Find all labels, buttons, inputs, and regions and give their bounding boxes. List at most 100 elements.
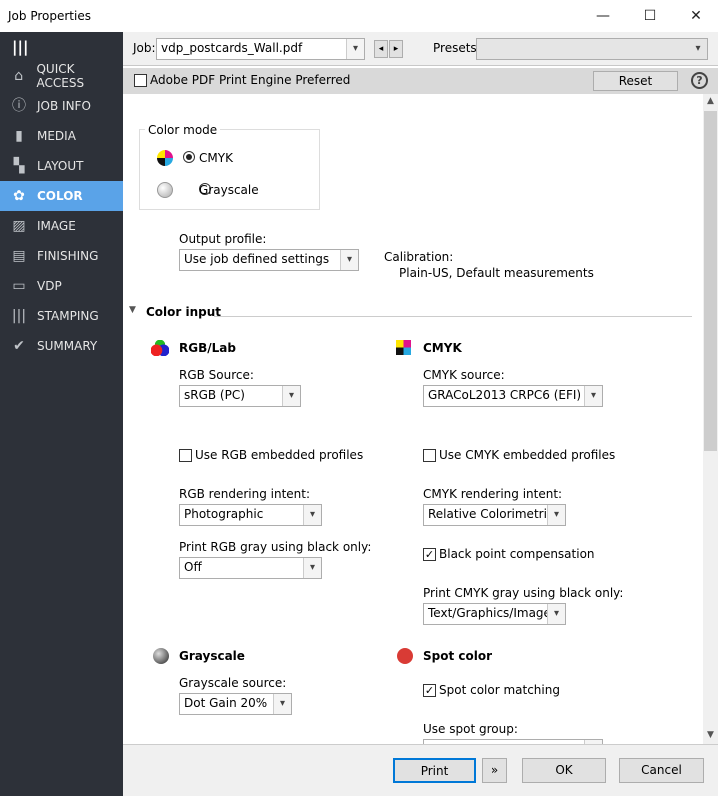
options-bar: Adobe PDF Print Engine Preferred Reset ? bbox=[123, 68, 718, 94]
grayscale-source-select[interactable]: Dot Gain 20% ▾ bbox=[179, 693, 292, 715]
footer-bar: Print » OK Cancel bbox=[123, 744, 718, 796]
color-input-header: Color input bbox=[146, 305, 222, 319]
apdf-label: Adobe PDF Print Engine Preferred bbox=[150, 73, 351, 87]
scroll-down-icon[interactable]: ▼ bbox=[703, 730, 718, 740]
chevron-down-icon: ▾ bbox=[584, 386, 602, 406]
print-options-button[interactable]: » bbox=[482, 758, 507, 783]
cmyk-radio[interactable] bbox=[183, 151, 195, 163]
spot-matching-checkbox[interactable]: ✓ bbox=[423, 684, 436, 697]
chevron-down-icon: ▾ bbox=[689, 39, 707, 59]
grayscale-title: Grayscale bbox=[179, 649, 245, 663]
spot-matching-label: Spot color matching bbox=[439, 683, 560, 697]
job-info-icon: ⓘ bbox=[12, 98, 26, 114]
cmyk-source-value: GRACoL2013 CRPC6 (EFI) bbox=[428, 388, 582, 402]
output-profile-label: Output profile: bbox=[179, 232, 267, 246]
sidebar-item-label: SUMMARY bbox=[37, 339, 98, 353]
help-icon[interactable]: ? bbox=[691, 72, 708, 89]
presets-label: Presets: bbox=[433, 41, 481, 55]
cancel-button[interactable]: Cancel bbox=[619, 758, 704, 783]
vdp-icon: ▭ bbox=[12, 278, 26, 294]
rgb-source-value: sRGB (PC) bbox=[184, 388, 245, 402]
cmyk-input-icon bbox=[396, 340, 411, 355]
chevron-down-icon: ▾ bbox=[547, 505, 565, 525]
cmyk-embedded-checkbox[interactable] bbox=[423, 449, 436, 462]
ok-button[interactable]: OK bbox=[522, 758, 606, 783]
rgb-source-select[interactable]: sRGB (PC) ▾ bbox=[179, 385, 301, 407]
divider bbox=[214, 316, 692, 317]
rgb-gray-label: Print RGB gray using black only: bbox=[179, 540, 372, 554]
print-button[interactable]: Print bbox=[393, 758, 476, 783]
sidebar-item-quick-access[interactable]: ⌂ QUICK ACCESS bbox=[0, 61, 123, 91]
sidebar-item-image[interactable]: ▨ IMAGE bbox=[0, 211, 123, 241]
color-mode-legend: Color mode bbox=[145, 123, 221, 137]
sidebar-item-job-info[interactable]: ⓘ JOB INFO bbox=[0, 91, 123, 121]
spot-color-icon bbox=[397, 648, 413, 664]
sidebar-item-stamping[interactable]: ||| STAMPING bbox=[0, 301, 123, 331]
scroll-up-icon[interactable]: ▲ bbox=[703, 96, 718, 106]
media-icon: ▮ bbox=[15, 128, 23, 144]
maximize-button[interactable]: ☐ bbox=[627, 4, 673, 28]
spot-title: Spot color bbox=[423, 649, 493, 663]
finishing-icon: ▤ bbox=[12, 248, 26, 264]
rgb-title: RGB/Lab bbox=[179, 341, 236, 355]
rgb-embedded-label: Use RGB embedded profiles bbox=[195, 448, 364, 462]
presets-select[interactable]: ▾ bbox=[476, 38, 708, 60]
output-profile-select[interactable]: Use job defined settings ▾ bbox=[179, 249, 359, 271]
sidebar-item-summary[interactable]: ✔ SUMMARY bbox=[0, 331, 123, 361]
rgb-intent-label: RGB rendering intent: bbox=[179, 487, 311, 501]
chevron-down-icon: ▾ bbox=[282, 386, 300, 406]
chevron-down-icon: ▾ bbox=[303, 505, 321, 525]
cmyk-embedded-label: Use CMYK embedded profiles bbox=[439, 448, 616, 462]
scrollbar-thumb[interactable] bbox=[704, 111, 717, 451]
sidebar-item-color[interactable]: ✿ COLOR bbox=[0, 181, 123, 211]
close-button[interactable]: ✕ bbox=[673, 4, 718, 28]
rgb-embedded-checkbox[interactable] bbox=[179, 449, 192, 462]
menu-icon[interactable]: ||| bbox=[12, 38, 28, 56]
cmyk-radio-label: CMYK bbox=[199, 151, 233, 165]
sidebar-item-label: MEDIA bbox=[37, 129, 76, 143]
grayscale-source-icon bbox=[153, 648, 169, 664]
rgb-intent-select[interactable]: Photographic ▾ bbox=[179, 504, 322, 526]
cmyk-icon bbox=[157, 150, 173, 166]
chevron-down-icon: ▾ bbox=[303, 558, 321, 578]
cmyk-gray-select[interactable]: Text/Graphics/Images ▾ bbox=[423, 603, 566, 625]
bpc-label: Black point compensation bbox=[439, 547, 595, 561]
grayscale-icon bbox=[157, 182, 173, 198]
calibration-value: Plain-US, Default measurements bbox=[399, 266, 594, 280]
grayscale-radio-label: Grayscale bbox=[199, 183, 259, 197]
cmyk-intent-select[interactable]: Relative Colorimetric ▾ bbox=[423, 504, 566, 526]
sidebar-item-label: COLOR bbox=[37, 189, 83, 203]
minimize-button[interactable]: — bbox=[580, 4, 626, 28]
sidebar-item-finishing[interactable]: ▤ FINISHING bbox=[0, 241, 123, 271]
job-select[interactable]: vdp_postcards_Wall.pdf ▾ bbox=[156, 38, 365, 60]
cmyk-source-select[interactable]: GRACoL2013 CRPC6 (EFI) ▾ bbox=[423, 385, 603, 407]
title-bar: Job Properties — ☐ ✕ bbox=[0, 0, 718, 32]
chevron-down-icon: ▾ bbox=[346, 39, 364, 59]
cmyk-title: CMYK bbox=[423, 341, 462, 355]
stamping-icon: ||| bbox=[11, 308, 27, 324]
vertical-scrollbar[interactable]: ▲ ▼ bbox=[703, 94, 718, 744]
sidebar-item-label: QUICK ACCESS bbox=[36, 62, 85, 90]
apdf-checkbox[interactable] bbox=[134, 74, 147, 87]
chevron-down-icon: ▾ bbox=[340, 250, 358, 270]
rgb-source-label: RGB Source: bbox=[179, 368, 254, 382]
cmyk-source-label: CMYK source: bbox=[423, 368, 505, 382]
prev-job-button[interactable]: ◂ bbox=[374, 40, 388, 58]
next-job-button[interactable]: ▸ bbox=[389, 40, 403, 58]
image-icon: ▨ bbox=[12, 218, 26, 234]
rgb-gray-value: Off bbox=[184, 560, 202, 574]
sidebar-item-media[interactable]: ▮ MEDIA bbox=[0, 121, 123, 151]
reset-button[interactable]: Reset bbox=[593, 71, 678, 91]
cmyk-intent-value: Relative Colorimetric bbox=[428, 507, 554, 521]
sidebar-item-layout[interactable]: ▚ LAYOUT bbox=[0, 151, 123, 181]
job-value: vdp_postcards_Wall.pdf bbox=[161, 41, 303, 55]
bpc-checkbox[interactable]: ✓ bbox=[423, 548, 436, 561]
job-label: Job: bbox=[133, 41, 156, 55]
rgb-intent-value: Photographic bbox=[184, 507, 264, 521]
chevron-down-icon: ▾ bbox=[547, 604, 565, 624]
rgb-gray-select[interactable]: Off ▾ bbox=[179, 557, 322, 579]
cmyk-gray-label: Print CMYK gray using black only: bbox=[423, 586, 624, 600]
grayscale-source-label: Grayscale source: bbox=[179, 676, 287, 690]
collapse-triangle-icon[interactable]: ▼ bbox=[129, 305, 136, 315]
sidebar-item-vdp[interactable]: ▭ VDP bbox=[0, 271, 123, 301]
